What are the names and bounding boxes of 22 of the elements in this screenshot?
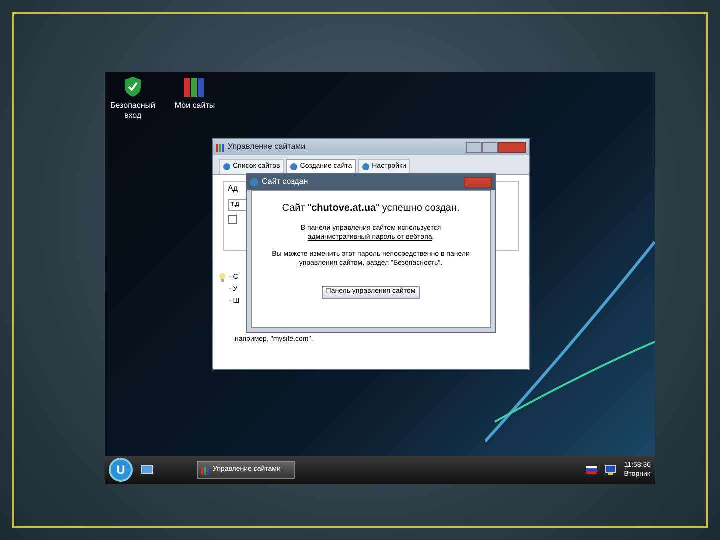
desktop-icon-label[interactable]: Мои сайты xyxy=(174,101,216,111)
binders-icon[interactable] xyxy=(183,76,207,98)
binders-icon xyxy=(201,466,210,474)
maximize-button[interactable] xyxy=(482,142,498,152)
checkbox[interactable] xyxy=(228,215,237,224)
globe-icon xyxy=(362,163,370,171)
window-title: Управление сайтами xyxy=(228,141,307,153)
minimize-button[interactable] xyxy=(466,142,482,152)
shield-icon[interactable] xyxy=(123,76,143,98)
globe-icon xyxy=(290,163,298,171)
desktop-icon[interactable] xyxy=(141,465,153,475)
dialog-title: Сайт создан xyxy=(262,176,310,188)
lightbulb-icon xyxy=(219,273,226,283)
close-button[interactable] xyxy=(498,142,526,152)
globe-icon xyxy=(250,178,259,186)
desktop-icon-label[interactable]: Безопасный вход xyxy=(105,101,161,121)
globe-icon xyxy=(223,163,231,171)
binders-icon xyxy=(216,142,225,152)
flag-icon[interactable] xyxy=(586,466,598,474)
monitor-icon[interactable] xyxy=(605,465,616,475)
group-label: Ад xyxy=(228,183,240,195)
dialog-heading: Сайт "chutove.at.ua" успешно создан. xyxy=(282,202,460,216)
